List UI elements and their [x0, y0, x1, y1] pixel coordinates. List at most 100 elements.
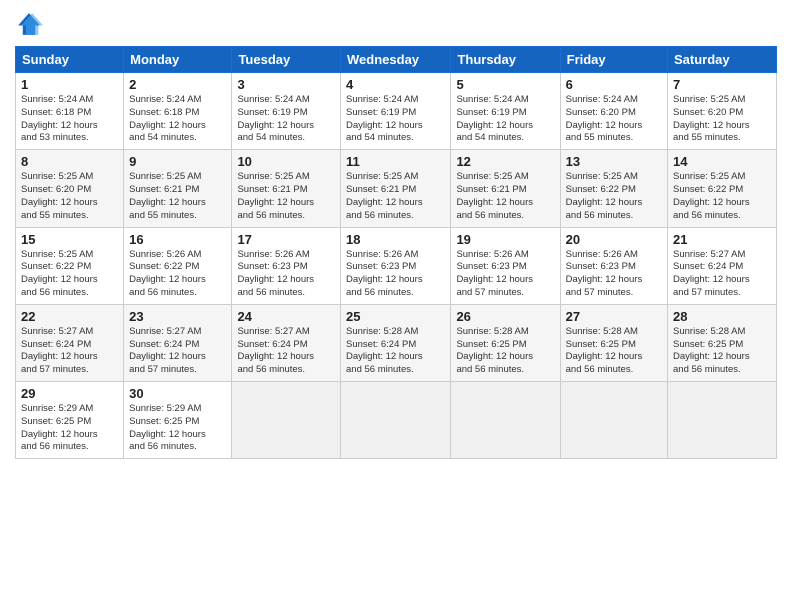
week-row-2: 8 Sunrise: 5:25 AM Sunset: 6:20 PM Daylig… [16, 150, 777, 227]
calendar-cell: 21Sunrise: 5:27 AM Sunset: 6:24 PM Dayli… [668, 227, 777, 304]
cell-info: Sunrise: 5:25 AM Sunset: 6:22 PM Dayligh… [21, 249, 118, 300]
calendar-cell: 17 Sunrise: 5:26 AM Sunset: 6:23 PM Dayli… [232, 227, 341, 304]
calendar-cell: 27 Sunrise: 5:28 AM Sunset: 6:25 PM Dayli… [560, 304, 667, 381]
calendar-cell: 23Sunrise: 5:27 AM Sunset: 6:24 PM Dayli… [124, 304, 232, 381]
day-number: 24 [237, 309, 335, 324]
cell-info: Sunrise: 5:25 AM Sunset: 6:20 PM Dayligh… [21, 171, 118, 222]
cell-info: Sunrise: 5:28 AM Sunset: 6:25 PM Dayligh… [673, 326, 771, 377]
cell-info: Sunrise: 5:25 AM Sunset: 6:21 PM Dayligh… [237, 171, 335, 222]
cell-info: Sunrise: 5:28 AM Sunset: 6:25 PM Dayligh… [566, 326, 662, 377]
cell-info: Sunrise: 5:27 AM Sunset: 6:24 PM Dayligh… [21, 326, 118, 377]
day-number: 29 [21, 386, 118, 401]
logo [15, 10, 47, 38]
page: SundayMondayTuesdayWednesdayThursdayFrid… [0, 0, 792, 612]
day-number: 27 [566, 309, 662, 324]
calendar-cell [341, 382, 451, 459]
cell-info: Sunrise: 5:24 AM Sunset: 6:19 PM Dayligh… [456, 94, 554, 145]
cell-info: Sunrise: 5:27 AM Sunset: 6:24 PM Dayligh… [129, 326, 226, 377]
calendar-cell: 25 Sunrise: 5:28 AM Sunset: 6:24 PM Dayli… [341, 304, 451, 381]
week-row-5: 29 Sunrise: 5:29 AM Sunset: 6:25 PM Dayli… [16, 382, 777, 459]
col-header-friday: Friday [560, 47, 667, 73]
cell-info: Sunrise: 5:24 AM Sunset: 6:18 PM Dayligh… [21, 94, 118, 145]
calendar-cell [668, 382, 777, 459]
day-number: 3 [237, 77, 335, 92]
day-number: 30 [129, 386, 226, 401]
calendar-cell: 1 Sunrise: 5:24 AM Sunset: 6:18 PM Daylig… [16, 73, 124, 150]
day-number: 17 [237, 232, 335, 247]
calendar-cell: 7Sunrise: 5:25 AM Sunset: 6:20 PM Daylig… [668, 73, 777, 150]
day-number: 26 [456, 309, 554, 324]
col-header-sunday: Sunday [16, 47, 124, 73]
week-row-4: 22 Sunrise: 5:27 AM Sunset: 6:24 PM Dayli… [16, 304, 777, 381]
calendar-cell: 10 Sunrise: 5:25 AM Sunset: 6:21 PM Dayli… [232, 150, 341, 227]
calendar-cell: 12Sunrise: 5:25 AM Sunset: 6:21 PM Dayli… [451, 150, 560, 227]
header-row: SundayMondayTuesdayWednesdayThursdayFrid… [16, 47, 777, 73]
cell-info: Sunrise: 5:25 AM Sunset: 6:21 PM Dayligh… [456, 171, 554, 222]
calendar-cell: 6Sunrise: 5:24 AM Sunset: 6:20 PM Daylig… [560, 73, 667, 150]
calendar-cell: 9 Sunrise: 5:25 AM Sunset: 6:21 PM Daylig… [124, 150, 232, 227]
day-number: 10 [237, 154, 335, 169]
calendar-cell: 8 Sunrise: 5:25 AM Sunset: 6:20 PM Daylig… [16, 150, 124, 227]
day-number: 21 [673, 232, 771, 247]
logo-icon [15, 10, 43, 38]
calendar-cell: 14 Sunrise: 5:25 AM Sunset: 6:22 PM Dayli… [668, 150, 777, 227]
calendar-cell: 15 Sunrise: 5:25 AM Sunset: 6:22 PM Dayli… [16, 227, 124, 304]
day-number: 5 [456, 77, 554, 92]
calendar-cell: 13 Sunrise: 5:25 AM Sunset: 6:22 PM Dayli… [560, 150, 667, 227]
week-row-3: 15 Sunrise: 5:25 AM Sunset: 6:22 PM Dayli… [16, 227, 777, 304]
calendar-cell [232, 382, 341, 459]
calendar-cell: 2 Sunrise: 5:24 AM Sunset: 6:18 PM Daylig… [124, 73, 232, 150]
day-number: 6 [566, 77, 662, 92]
cell-info: Sunrise: 5:25 AM Sunset: 6:22 PM Dayligh… [673, 171, 771, 222]
cell-info: Sunrise: 5:26 AM Sunset: 6:23 PM Dayligh… [346, 249, 445, 300]
cell-info: Sunrise: 5:27 AM Sunset: 6:24 PM Dayligh… [237, 326, 335, 377]
calendar-cell: 20 Sunrise: 5:26 AM Sunset: 6:23 PM Dayli… [560, 227, 667, 304]
calendar-cell [451, 382, 560, 459]
calendar-cell [560, 382, 667, 459]
cell-info: Sunrise: 5:26 AM Sunset: 6:23 PM Dayligh… [456, 249, 554, 300]
day-number: 1 [21, 77, 118, 92]
calendar-cell: 3 Sunrise: 5:24 AM Sunset: 6:19 PM Daylig… [232, 73, 341, 150]
col-header-saturday: Saturday [668, 47, 777, 73]
day-number: 20 [566, 232, 662, 247]
day-number: 28 [673, 309, 771, 324]
day-number: 2 [129, 77, 226, 92]
day-number: 16 [129, 232, 226, 247]
col-header-tuesday: Tuesday [232, 47, 341, 73]
day-number: 14 [673, 154, 771, 169]
calendar-cell: 16 Sunrise: 5:26 AM Sunset: 6:22 PM Dayli… [124, 227, 232, 304]
day-number: 11 [346, 154, 445, 169]
cell-info: Sunrise: 5:24 AM Sunset: 6:19 PM Dayligh… [237, 94, 335, 145]
day-number: 15 [21, 232, 118, 247]
calendar-cell: 11Sunrise: 5:25 AM Sunset: 6:21 PM Dayli… [341, 150, 451, 227]
calendar-cell: 30 Sunrise: 5:29 AM Sunset: 6:25 PM Dayli… [124, 382, 232, 459]
cell-info: Sunrise: 5:25 AM Sunset: 6:21 PM Dayligh… [129, 171, 226, 222]
cell-info: Sunrise: 5:28 AM Sunset: 6:24 PM Dayligh… [346, 326, 445, 377]
day-number: 9 [129, 154, 226, 169]
cell-info: Sunrise: 5:26 AM Sunset: 6:22 PM Dayligh… [129, 249, 226, 300]
calendar-cell: 24 Sunrise: 5:27 AM Sunset: 6:24 PM Dayli… [232, 304, 341, 381]
cell-info: Sunrise: 5:25 AM Sunset: 6:20 PM Dayligh… [673, 94, 771, 145]
calendar-cell: 4 Sunrise: 5:24 AM Sunset: 6:19 PM Daylig… [341, 73, 451, 150]
cell-info: Sunrise: 5:25 AM Sunset: 6:22 PM Dayligh… [566, 171, 662, 222]
calendar-cell: 5 Sunrise: 5:24 AM Sunset: 6:19 PM Daylig… [451, 73, 560, 150]
cell-info: Sunrise: 5:24 AM Sunset: 6:18 PM Dayligh… [129, 94, 226, 145]
cell-info: Sunrise: 5:26 AM Sunset: 6:23 PM Dayligh… [566, 249, 662, 300]
day-number: 25 [346, 309, 445, 324]
calendar-cell: 28 Sunrise: 5:28 AM Sunset: 6:25 PM Dayli… [668, 304, 777, 381]
col-header-wednesday: Wednesday [341, 47, 451, 73]
cell-info: Sunrise: 5:28 AM Sunset: 6:25 PM Dayligh… [456, 326, 554, 377]
day-number: 22 [21, 309, 118, 324]
calendar-table: SundayMondayTuesdayWednesdayThursdayFrid… [15, 46, 777, 459]
day-number: 4 [346, 77, 445, 92]
cell-info: Sunrise: 5:29 AM Sunset: 6:25 PM Dayligh… [129, 403, 226, 454]
calendar-cell: 26 Sunrise: 5:28 AM Sunset: 6:25 PM Dayli… [451, 304, 560, 381]
day-number: 13 [566, 154, 662, 169]
header [15, 10, 777, 38]
day-number: 18 [346, 232, 445, 247]
day-number: 19 [456, 232, 554, 247]
cell-info: Sunrise: 5:24 AM Sunset: 6:19 PM Dayligh… [346, 94, 445, 145]
cell-info: Sunrise: 5:26 AM Sunset: 6:23 PM Dayligh… [237, 249, 335, 300]
day-number: 8 [21, 154, 118, 169]
cell-info: Sunrise: 5:29 AM Sunset: 6:25 PM Dayligh… [21, 403, 118, 454]
